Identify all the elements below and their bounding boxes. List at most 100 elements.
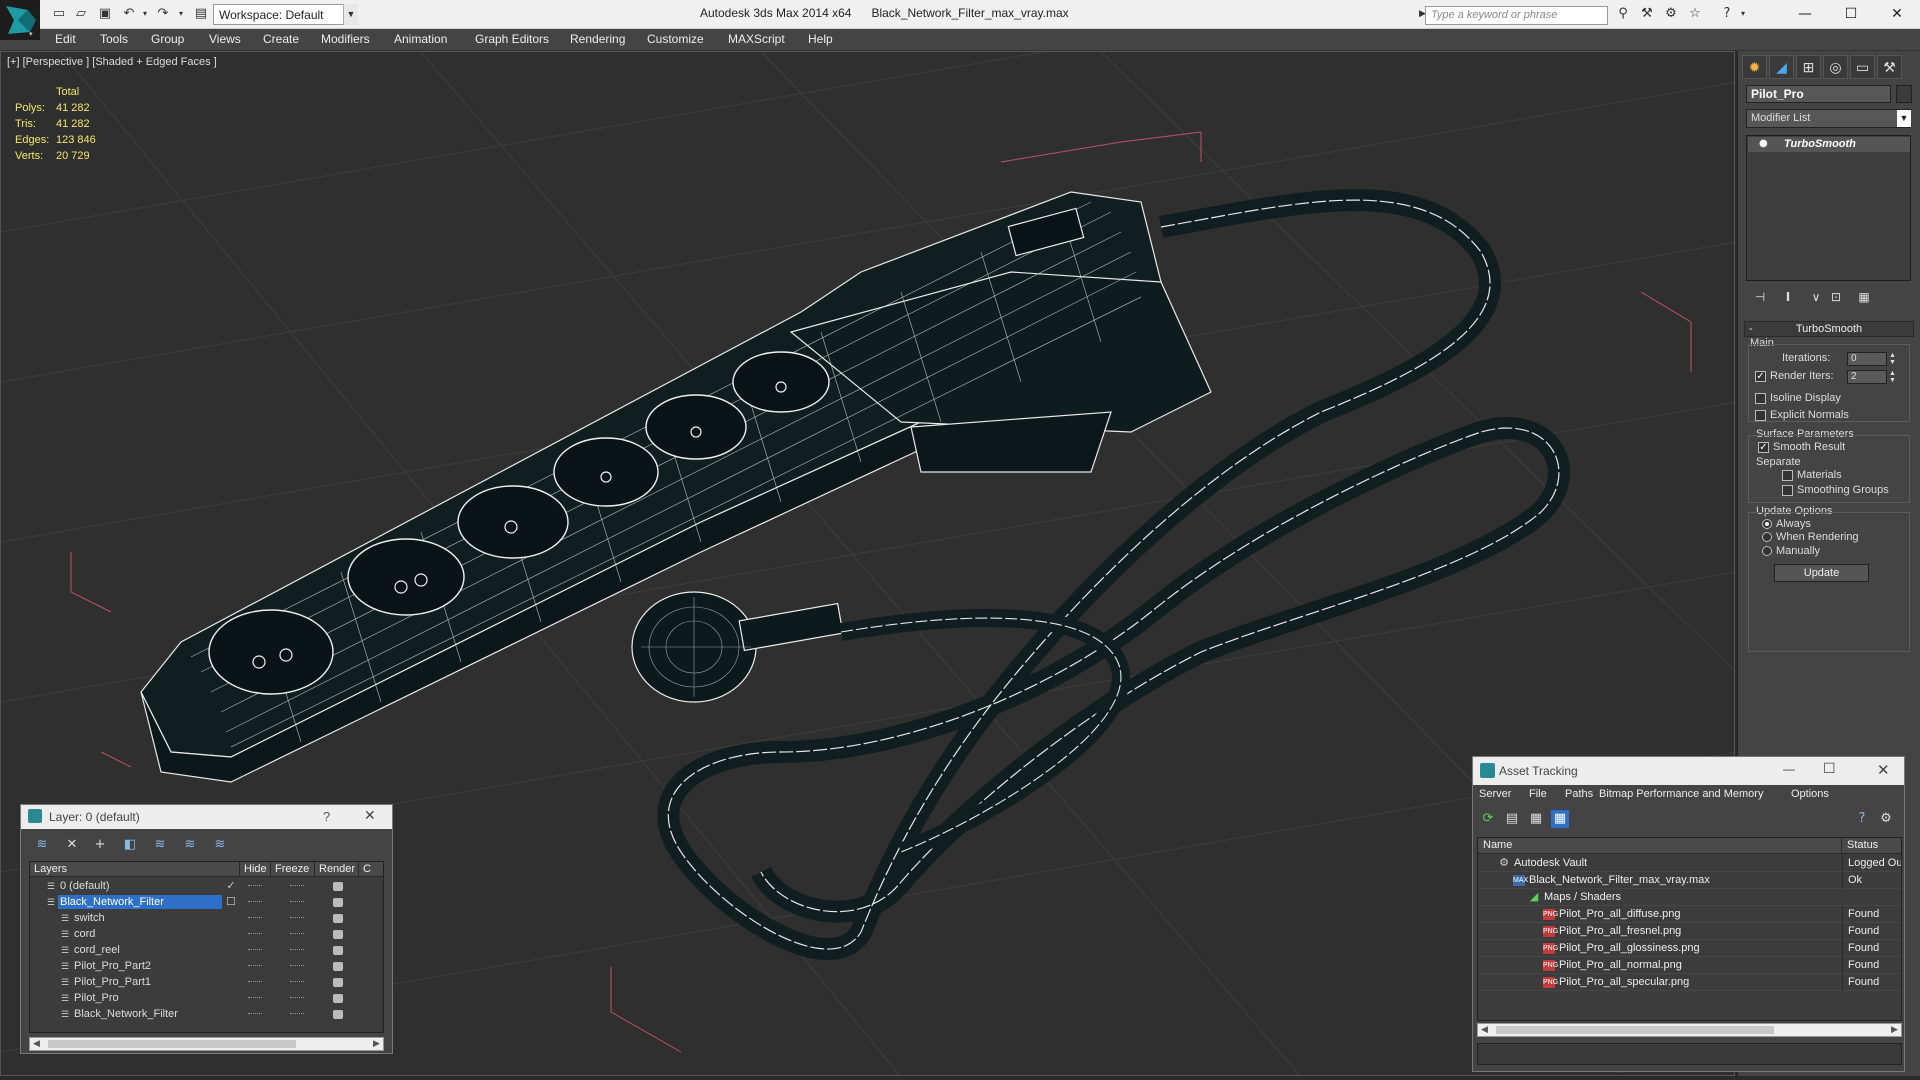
layer-row[interactable]: ☰ cord [30, 926, 383, 942]
hide-toggle[interactable] [248, 997, 262, 999]
layer-dialog-titlebar[interactable]: Layer: 0 (default) ? ✕ [21, 805, 392, 829]
hide-all-layers-icon[interactable]: ≋ [181, 836, 199, 854]
render-teapot-icon[interactable] [333, 946, 343, 955]
asset-name[interactable]: Pilot_Pro_all_normal.png [1559, 957, 1682, 974]
asset-name[interactable]: Maps / Shaders [1544, 889, 1621, 906]
layer-name[interactable]: Pilot_Pro [72, 991, 222, 1005]
display-tab-icon[interactable]: ▭ [1850, 55, 1875, 79]
minimize-button[interactable]: — [1783, 762, 1795, 776]
iterations-spinner[interactable]: 0 [1847, 352, 1887, 366]
menu-modifiers[interactable]: Modifiers [321, 32, 370, 46]
freeze-toggle[interactable] [290, 949, 304, 951]
freeze-toggle[interactable] [290, 885, 304, 887]
hide-toggle[interactable] [248, 949, 262, 951]
spinner-arrows-icon[interactable]: ▲ ▼ [1888, 352, 1897, 366]
smoothing-groups-checkbox[interactable] [1782, 485, 1793, 496]
object-color-swatch[interactable] [1896, 85, 1912, 103]
render-teapot-icon[interactable] [333, 898, 343, 907]
undo-dropdown-icon[interactable]: ▾ [136, 6, 154, 22]
layer-row[interactable]: ☰ Pilot_Pro [30, 990, 383, 1006]
materials-checkbox[interactable] [1782, 470, 1793, 481]
when-rendering-radio[interactable] [1762, 532, 1772, 542]
list-view-icon[interactable]: ▤ [1503, 810, 1521, 828]
asset-row[interactable]: MAX Black_Network_Filter_max_vray.max Ok [1478, 872, 1901, 889]
active-layer-check-icon[interactable]: ✓ [226, 878, 236, 894]
redo-icon[interactable]: ↷ [154, 6, 172, 22]
layer-row[interactable]: ☰ Pilot_Pro_Part2 [30, 958, 383, 974]
menu-views[interactable]: Views [209, 32, 241, 46]
select-objects-icon[interactable]: ◧ [121, 836, 139, 854]
configure-sets-icon[interactable]: ▦ [1854, 289, 1874, 305]
asset-name[interactable]: Autodesk Vault [1514, 855, 1587, 872]
asset-row[interactable]: PNG Pilot_Pro_all_diffuse.png Found [1478, 906, 1901, 923]
help-dropdown-icon[interactable]: ▾ [1734, 6, 1752, 22]
hide-toggle[interactable] [248, 1013, 262, 1015]
maximize-button[interactable]: ☐ [1823, 761, 1836, 777]
layer-name[interactable]: Pilot_Pro_Part1 [72, 975, 222, 989]
menu-help[interactable]: Help [808, 32, 833, 46]
remove-modifier-icon[interactable]: ⊡ [1826, 289, 1846, 305]
table-view-icon[interactable]: ▦ [1527, 810, 1545, 828]
delete-layer-icon[interactable]: ✕ [63, 836, 81, 854]
freeze-toggle[interactable] [290, 1013, 304, 1015]
freeze-toggle[interactable] [290, 997, 304, 999]
asset-menu-options[interactable]: Options [1791, 788, 1829, 800]
asset-row[interactable]: PNG Pilot_Pro_all_specular.png Found [1478, 974, 1901, 991]
render-teapot-icon[interactable] [333, 994, 343, 1003]
motion-tab-icon[interactable]: ◎ [1823, 55, 1848, 79]
freeze-toggle[interactable] [290, 917, 304, 919]
column-color[interactable]: C [359, 862, 383, 877]
render-teapot-icon[interactable] [333, 978, 343, 987]
menu-edit[interactable]: Edit [55, 32, 76, 46]
freeze-toggle[interactable] [290, 965, 304, 967]
object-name-field[interactable]: Pilot_Pro [1746, 85, 1891, 103]
lightbulb-icon[interactable]: ● [1759, 138, 1768, 149]
chevron-down-icon[interactable]: ▼ [343, 4, 358, 25]
column-status[interactable]: Status [1842, 838, 1901, 854]
always-radio[interactable] [1762, 519, 1772, 529]
render-teapot-icon[interactable] [333, 914, 343, 923]
close-button[interactable]: ✕ [1877, 761, 1890, 779]
layer-row[interactable]: ☰ cord_reel [30, 942, 383, 958]
layer-name[interactable]: cord_reel [72, 943, 222, 957]
communication-icon[interactable]: ⚙ [1662, 6, 1680, 22]
layer-table[interactable]: Layers Hide Freeze Render C ☰ 0 (default)… [29, 861, 384, 1033]
turbosmooth-rollout-header[interactable]: - TurboSmooth [1744, 321, 1914, 337]
manually-radio[interactable] [1762, 546, 1772, 556]
menu-maxscript[interactable]: MAXScript [728, 32, 785, 46]
modifier-list-dropdown[interactable]: Modifier List [1746, 109, 1911, 128]
asset-name[interactable]: Pilot_Pro_all_diffuse.png [1559, 906, 1681, 923]
create-layer-icon[interactable]: ≋ [33, 836, 51, 854]
asset-menu-paths[interactable]: Paths [1565, 788, 1593, 800]
column-render[interactable]: Render [315, 862, 359, 877]
layer-name[interactable]: switch [72, 911, 222, 925]
new-file-icon[interactable]: ▭ [50, 6, 68, 22]
layer-name[interactable]: Black_Network_Filter [58, 895, 222, 909]
render-teapot-icon[interactable] [333, 930, 343, 939]
grid-view-icon[interactable]: ▦ [1551, 810, 1569, 828]
hide-toggle[interactable] [248, 901, 262, 903]
close-button[interactable]: ✕ [1874, 2, 1920, 26]
binoculars-icon[interactable]: ⚲ [1614, 6, 1632, 22]
spinner-arrows-icon[interactable]: ▲ ▼ [1888, 370, 1897, 384]
hide-toggle[interactable] [248, 885, 262, 887]
menu-create[interactable]: Create [263, 32, 299, 46]
menu-tools[interactable]: Tools [100, 32, 128, 46]
layer-name[interactable]: 0 (default) [58, 879, 222, 893]
hide-toggle[interactable] [248, 981, 262, 983]
help-icon[interactable]: ? [1853, 810, 1871, 828]
asset-name[interactable]: Pilot_Pro_all_glossiness.png [1559, 940, 1700, 957]
asset-menu-server[interactable]: Server [1479, 788, 1511, 800]
create-tab-icon[interactable]: ✹ [1742, 55, 1767, 79]
asset-name[interactable]: Pilot_Pro_all_specular.png [1559, 974, 1689, 991]
asset-row[interactable]: PNG Pilot_Pro_all_glossiness.png Found [1478, 940, 1901, 957]
settings-icon[interactable]: ⚙ [1877, 810, 1895, 828]
project-folder-icon[interactable]: ▤ [192, 6, 210, 22]
render-teapot-icon[interactable] [333, 962, 343, 971]
freeze-all-layers-icon[interactable]: ≋ [211, 836, 229, 854]
asset-status-field[interactable] [1477, 1043, 1902, 1065]
smooth-result-checkbox[interactable]: ✓ [1758, 442, 1769, 453]
freeze-toggle[interactable] [290, 981, 304, 983]
highlight-layer-icon[interactable]: ≋ [151, 836, 169, 854]
freeze-toggle[interactable] [290, 901, 304, 903]
